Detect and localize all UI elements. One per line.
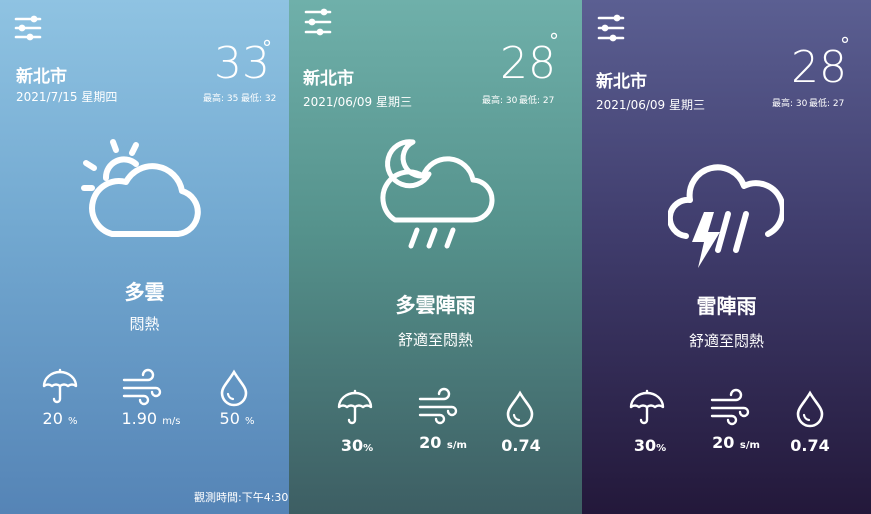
weather-card-2: 新北市 2021/06/09 星期三 28 ° 最高: 30 最低: 27 多雲… <box>289 0 582 514</box>
degree-symbol: ° <box>262 36 272 60</box>
degree-symbol: ° <box>840 33 850 57</box>
degree-symbol: ° <box>549 29 559 53</box>
high-temperature: 最高: 30 <box>772 99 808 109</box>
current-temperature: 28 <box>791 42 847 93</box>
comfort-description: 舒適至悶熱 <box>397 331 473 349</box>
comfort-description: 舒適至悶熱 <box>688 332 764 350</box>
droplet-icon <box>506 390 534 428</box>
umbrella-icon <box>337 389 373 425</box>
humidity: 0.74 <box>790 436 830 455</box>
low-temperature: 最低: 32 <box>241 94 277 104</box>
thunderstorm-icon <box>668 164 784 268</box>
city-name: 新北市 <box>16 67 67 87</box>
weather-condition: 多雲陣雨 <box>395 293 476 317</box>
droplet-icon <box>796 390 824 428</box>
umbrella-icon <box>42 368 78 404</box>
date-label: 2021/06/09 星期三 <box>303 95 412 109</box>
wind-icon <box>122 368 162 406</box>
wind-icon <box>418 387 458 425</box>
rain-probability: 20 % <box>42 409 78 428</box>
wind-speed: 20 s/m <box>712 433 760 452</box>
weather-card-3: 新北市 2021/06/09 星期三 28 ° 最高: 30 最低: 27 雷陣… <box>582 0 871 514</box>
high-temperature: 最高: 35 <box>203 94 239 104</box>
wind-icon <box>710 388 750 426</box>
low-temperature: 最低: 27 <box>809 99 845 109</box>
weather-app-screens: 新北市 2021/7/15 星期四 33 ° 最高: 35 最低: 32 多雲 … <box>0 0 871 514</box>
sliders-icon[interactable] <box>597 14 625 42</box>
rain-probability: 30% <box>633 436 667 455</box>
current-temperature: 28 <box>500 38 556 89</box>
umbrella-icon <box>629 389 665 425</box>
date-label: 2021/7/15 星期四 <box>16 90 118 104</box>
night-rain-icon <box>380 139 495 249</box>
comfort-description: 悶熱 <box>129 315 160 333</box>
weather-condition: 多雲 <box>124 280 165 304</box>
humidity: 0.74 <box>501 436 541 455</box>
city-name: 新北市 <box>596 72 647 92</box>
sliders-icon[interactable] <box>304 8 332 36</box>
droplet-icon <box>220 369 248 407</box>
wind-speed: 20 s/m <box>419 433 467 452</box>
weather-card-1: 新北市 2021/7/15 星期四 33 ° 最高: 35 最低: 32 多雲 … <box>0 0 289 514</box>
rain-probability: 30% <box>340 436 374 455</box>
observation-time: 觀測時間:下午4:30 <box>194 491 289 504</box>
humidity: 50 % <box>219 409 255 428</box>
weather-condition: 雷陣雨 <box>696 294 757 318</box>
low-temperature: 最低: 27 <box>519 96 555 106</box>
wind-speed: 1.90 m/s <box>121 409 181 428</box>
date-label: 2021/06/09 星期三 <box>596 98 705 112</box>
city-name: 新北市 <box>303 69 354 89</box>
partly-sunny-icon <box>81 139 201 237</box>
high-temperature: 最高: 30 <box>482 96 518 106</box>
sliders-icon[interactable] <box>14 14 42 42</box>
